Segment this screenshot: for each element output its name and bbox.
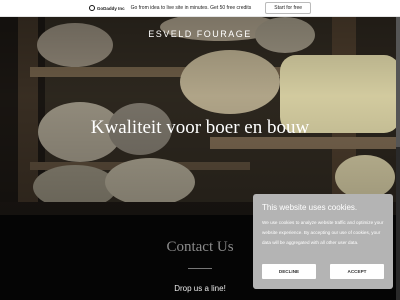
promo-message: Go from idea to live site in minutes. Ge… bbox=[130, 5, 252, 11]
cookie-banner-actions: DECLINE ACCEPT bbox=[262, 264, 384, 279]
start-for-free-button[interactable]: Start for free bbox=[265, 2, 312, 14]
scrollbar-thumb[interactable] bbox=[396, 17, 400, 147]
hero-section: ESVELD FOURAGE Kwaliteit voor boer en bo… bbox=[0, 17, 400, 215]
cookie-banner-text: We use cookies to analyze website traffi… bbox=[262, 220, 384, 245]
hero-overlay bbox=[0, 17, 400, 215]
site-brand[interactable]: ESVELD FOURAGE bbox=[0, 29, 400, 39]
decline-button[interactable]: DECLINE bbox=[262, 264, 316, 279]
godaddy-logo-icon bbox=[88, 5, 95, 11]
promo-bar: GoDaddy Inc Go from idea to live site in… bbox=[0, 0, 400, 17]
contact-divider bbox=[188, 268, 212, 269]
godaddy-logo: GoDaddy Inc bbox=[88, 5, 125, 11]
page-scrollbar[interactable] bbox=[396, 17, 400, 300]
hero-headline: Kwaliteit voor boer en bouw bbox=[90, 117, 310, 138]
godaddy-logo-text: GoDaddy Inc bbox=[96, 5, 125, 11]
accept-button[interactable]: ACCEPT bbox=[330, 264, 384, 279]
cookie-banner: This website uses cookies. We use cookie… bbox=[253, 194, 393, 289]
cookie-banner-title: This website uses cookies. bbox=[262, 203, 358, 212]
